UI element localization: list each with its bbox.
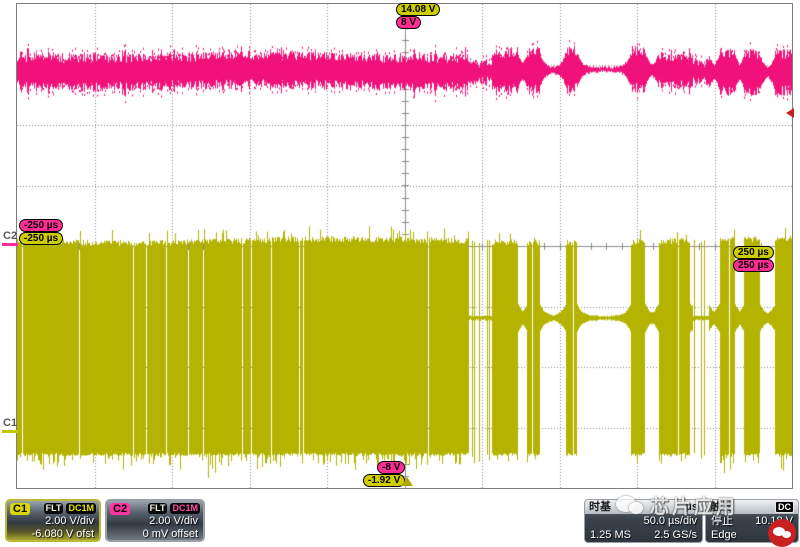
channel2-coupling-badge: DC1M <box>170 503 200 514</box>
timebase-delay: µs <box>686 500 698 514</box>
trigger-type: Edge <box>711 528 737 542</box>
channel1-info-box[interactable]: C1 FLT DC1M 2.00 V/div -6.080 V ofst <box>5 499 101 542</box>
cursor-time-badge-c1-right[interactable]: 250 µs <box>733 246 774 259</box>
cursor-level-badge-c2-top[interactable]: 8 V <box>396 16 421 29</box>
channel2-ground-marker[interactable]: C2 <box>2 230 18 246</box>
trigger-time-marker[interactable] <box>401 477 413 486</box>
timebase-samples: 1.25 MS <box>590 528 631 542</box>
cursor-time-badge-c1-left[interactable]: -250 µs <box>19 232 63 245</box>
channel2-info-box[interactable]: C2 FLT DC1M 2.00 V/div 0 mV offset <box>105 499 205 542</box>
cursor-level-badge-c1-bottom[interactable]: -1.92 V <box>363 474 405 487</box>
channel2-tab[interactable]: C2 <box>110 503 130 515</box>
waveform-canvas <box>17 4 792 488</box>
cursor-level-badge-c1-top[interactable]: 14.08 V <box>396 3 440 16</box>
trigger-box[interactable]: 触发 DC 停止 10.18 V Edge 或 <box>705 499 799 543</box>
timebase-sample-rate: 2.5 GS/s <box>654 528 697 542</box>
trigger-level: 10.18 V <box>755 514 793 528</box>
channel1-offset: -6.080 V ofst <box>7 528 99 541</box>
channel2-offset: 0 mV offset <box>107 528 203 541</box>
channel1-filter-badge: FLT <box>44 503 64 514</box>
timebase-box[interactable]: 时基 µs 50.0 µs/div 1.25 MS 2.5 GS/s <box>584 499 703 543</box>
channel1-ground-marker[interactable]: C1 <box>2 417 18 433</box>
trigger-level-marker[interactable] <box>786 108 794 118</box>
channel1-tab[interactable]: C1 <box>10 503 30 515</box>
channel2-scale: 2.00 V/div <box>107 515 203 528</box>
cursor-time-badge-c2-left[interactable]: -250 µs <box>19 219 63 232</box>
channel1-scale: 2.00 V/div <box>7 515 99 528</box>
waveform-plot-area <box>16 3 793 489</box>
timebase-title: 时基 <box>589 500 611 514</box>
channel2-filter-badge: FLT <box>148 503 168 514</box>
oscilloscope-screen: 14.08 V 8 V -8 V -1.92 V -250 µs -250 µs… <box>0 0 800 547</box>
cursor-time-badge-c2-right[interactable]: 250 µs <box>733 259 774 272</box>
trigger-title: 触发 <box>710 500 732 514</box>
timebase-scale: 50.0 µs/div <box>585 514 702 528</box>
trigger-status: 停止 <box>711 514 733 528</box>
channel1-coupling-badge: DC1M <box>66 503 96 514</box>
trigger-coupling-badge: DC <box>775 501 794 513</box>
cursor-level-badge-c2-bottom[interactable]: -8 V <box>377 461 405 474</box>
trigger-slope: 或 <box>782 528 793 542</box>
